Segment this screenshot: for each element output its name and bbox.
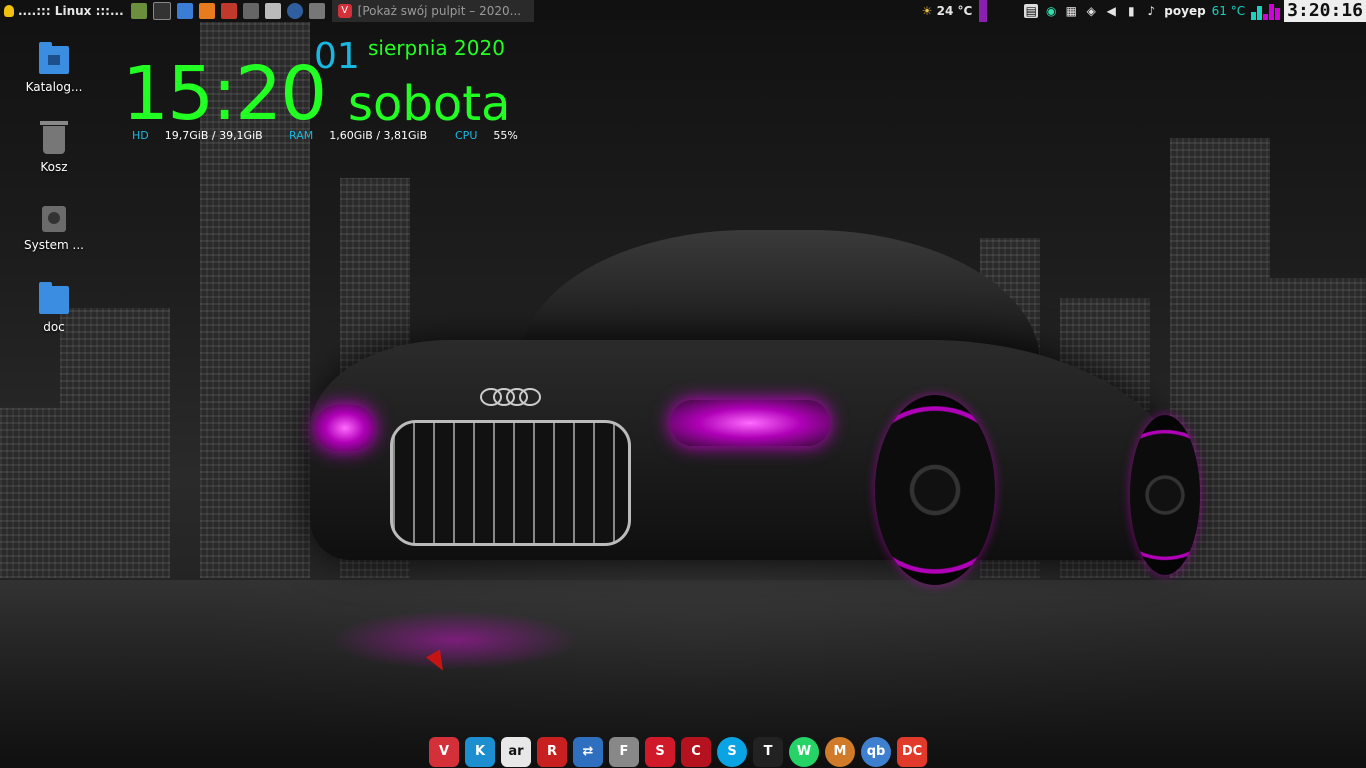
whatsapp-icon[interactable]: W — [789, 737, 819, 767]
applications-menu[interactable]: ....::: Linux :::... — [0, 4, 128, 18]
desktop-icon-label: Katalog... — [25, 80, 83, 94]
cpu-temperature: 61 °C — [1211, 4, 1246, 18]
qbittorrent-icon[interactable]: qb — [861, 737, 891, 767]
kodi-icon[interactable]: K — [465, 737, 495, 767]
ar-icon[interactable]: ar — [501, 737, 531, 767]
wifi-icon[interactable]: ◈ — [1084, 4, 1098, 18]
weather-temperature: 24 °C — [936, 4, 973, 18]
skype-icon[interactable]: S — [717, 737, 747, 767]
skyscraper — [1270, 278, 1366, 578]
cherry-icon[interactable]: C — [681, 737, 711, 767]
desktop-icon-label: doc — [43, 320, 65, 334]
ground-glow — [330, 610, 580, 670]
network-icon[interactable] — [286, 3, 303, 19]
desktop-icon-doc[interactable]: doc — [14, 282, 94, 334]
bell-icon[interactable]: ♪ — [1144, 4, 1158, 18]
home-folder-icon — [39, 42, 69, 74]
volume-icon[interactable]: ◀ — [1104, 4, 1118, 18]
desktop-icon-trash[interactable]: Kosz — [14, 121, 94, 174]
screen-recorder-icon[interactable] — [220, 3, 237, 19]
panel-clock[interactable]: 3:20:16 — [1284, 0, 1366, 22]
cpu-label: CPU — [455, 129, 478, 142]
skyscraper — [0, 408, 60, 578]
conky-hd-stat: HD 19,7GiB / 39,1GiB — [132, 129, 263, 142]
trash-icon — [40, 121, 68, 154]
system-tray: ☀ 24 °C ▤ ◉ ▦ ◈ ◀ ▮ ♪ poyep 61 °C 3:20:1… — [919, 0, 1366, 22]
menu-label: ....::: Linux :::... — [18, 4, 124, 18]
conky-weekday: sobota — [348, 76, 511, 132]
terminal-icon[interactable] — [152, 2, 171, 20]
headlight-left — [315, 405, 375, 451]
desktop-icon-label: System ... — [23, 238, 84, 252]
tux-icon[interactable]: T — [753, 737, 783, 767]
conky-cpu-stat: CPU 55% — [455, 129, 518, 142]
link-icon[interactable] — [308, 3, 325, 19]
front-wheel — [875, 395, 995, 585]
image-icon[interactable]: ▦ — [1064, 4, 1078, 18]
vivaldi-icon: V — [337, 4, 352, 18]
arrow-app-icon[interactable]: ⇄ — [573, 737, 603, 767]
file-manager-icon[interactable] — [130, 3, 147, 19]
desktop: ....::: Linux :::... V [Pokaż swój pulpi… — [0, 0, 1366, 768]
screenshot-icon[interactable] — [264, 3, 281, 19]
vivaldi-icon[interactable]: V — [429, 737, 459, 767]
battery-icon[interactable]: ▮ — [1124, 4, 1138, 18]
sports-car — [290, 230, 1210, 610]
car-grille — [390, 420, 631, 546]
cpu-meter — [979, 0, 988, 22]
car-logo — [480, 388, 544, 406]
conky-clock: 15:20 — [122, 51, 327, 137]
rabbit-icon[interactable]: R — [537, 737, 567, 767]
conky-month-year: sierpnia 2020 — [368, 36, 505, 60]
tux-icon — [4, 5, 14, 17]
conky-day: 01 — [314, 36, 360, 77]
top-panel: ....::: Linux :::... V [Pokaż swój pulpi… — [0, 0, 1366, 22]
monkey-icon[interactable]: M — [825, 737, 855, 767]
rear-wheel — [1130, 415, 1200, 575]
printer-icon[interactable]: ▤ — [1024, 4, 1039, 18]
username[interactable]: poyep — [1164, 4, 1205, 18]
weather-widget[interactable]: ☀ 24 °C — [922, 4, 973, 18]
ram-value: 1,60GiB / 3,81GiB — [329, 129, 428, 142]
ghost-icon[interactable]: ◉ — [1044, 4, 1058, 18]
sublime-text-icon[interactable] — [198, 3, 215, 19]
skyscraper — [60, 308, 170, 578]
weather-icon: ☀ — [921, 4, 933, 18]
window-title: [Pokaż swój pulpit – 2020... — [357, 4, 522, 18]
hard-disk-icon — [42, 206, 66, 232]
folder-icon — [39, 282, 69, 314]
headlight-right — [670, 400, 830, 446]
desktop-icon-home[interactable]: Katalog... — [14, 42, 94, 94]
double-commander-icon[interactable]: DC — [897, 737, 927, 767]
taskbar-window-button[interactable]: V [Pokaż swój pulpit – 2020... — [331, 0, 534, 22]
ram-label: RAM — [289, 129, 314, 142]
strawberry-icon[interactable]: S — [645, 737, 675, 767]
calculator-icon[interactable] — [176, 3, 193, 19]
hd-label: HD — [132, 129, 149, 142]
system-monitor-graph[interactable] — [1251, 2, 1281, 20]
hd-value: 19,7GiB / 39,1GiB — [164, 129, 263, 142]
desktop-icon-system[interactable]: System ... — [14, 206, 94, 252]
film-icon[interactable]: F — [609, 737, 639, 767]
dock: V Kar R ⇄ F S C S T W Mqb DC — [426, 736, 930, 768]
downloader-icon[interactable] — [242, 3, 259, 19]
cpu-value: 55% — [493, 129, 518, 142]
conky-ram-stat: RAM 1,60GiB / 3,81GiB — [289, 129, 427, 142]
desktop-icon-label: Kosz — [40, 160, 68, 174]
